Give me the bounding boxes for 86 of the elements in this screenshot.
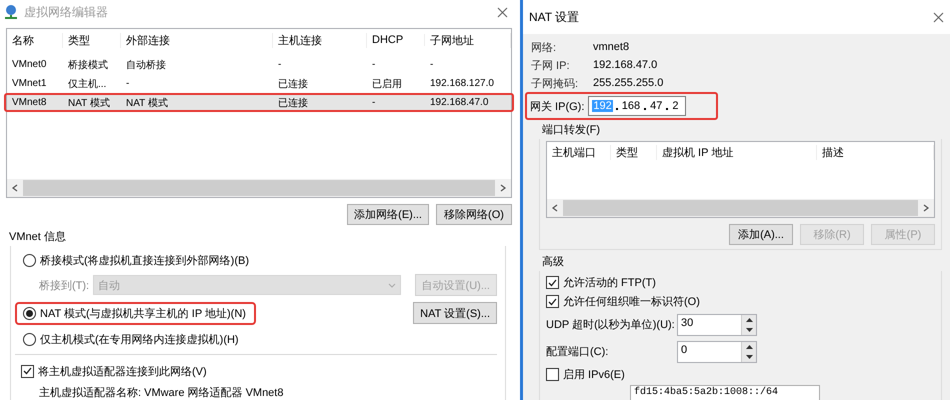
checkbox-label: 允许活动的 FTP(T)	[563, 276, 656, 290]
column-header[interactable]: 类型	[63, 32, 121, 48]
ip-address-field[interactable]: 192 168 47 2	[588, 96, 686, 116]
table-cell-text: 192.168.127.0	[429, 78, 495, 89]
info-value: 192.168.47.0	[593, 59, 658, 71]
field-label: UDP 超时(以秒为单位)(U):	[546, 318, 673, 332]
radio-label: 桥接模式(将虚拟机直接连接到外部网络)(B)	[40, 254, 249, 268]
column-header[interactable]: 主机端口	[547, 144, 611, 160]
table-cell-text: -	[371, 97, 376, 108]
table-cell-text: 已连接	[277, 78, 309, 90]
checkmark-icon	[23, 367, 32, 375]
table-row[interactable]: VMnet0 桥接模式 自动桥接 - - -	[7, 57, 511, 72]
checkbox-label: 允许任何组织唯一标识符(O)	[563, 295, 700, 309]
table-cell-text: NAT 模式	[67, 96, 111, 110]
field-label: 配置端口(C):	[546, 345, 610, 359]
dialog-button[interactable]: 添加(A)...	[729, 224, 793, 245]
group-title: 高级	[541, 254, 565, 270]
number-spinner[interactable]: 0	[677, 340, 757, 362]
scroll-left-icon[interactable]	[12, 184, 18, 192]
checkbox-label: 将主机虚拟适配器连接到此网络(V)	[38, 364, 207, 378]
close-icon[interactable]	[497, 6, 508, 18]
info-value: 255.255.255.0	[593, 77, 664, 89]
table-cell-text: 仅主机...	[67, 78, 108, 90]
checkbox[interactable]	[546, 276, 559, 289]
info-label: 网络:	[531, 40, 558, 54]
up-arrow-icon[interactable]	[746, 344, 752, 348]
table-cell-text: 192.168.47.0	[429, 97, 490, 108]
table-cell-text: 已启用	[371, 78, 403, 90]
column-header[interactable]: 描述	[817, 144, 934, 160]
table-cell-text: VMnet1	[11, 78, 48, 89]
window-title: 虚拟网络编辑器	[24, 4, 109, 20]
table-cell-text: 自动桥接	[125, 58, 167, 72]
radio-label: NAT 模式(与虚拟机共享主机的 IP 地址)(N)	[40, 306, 246, 320]
network-globe-icon	[4, 4, 18, 20]
column-header[interactable]: 类型	[611, 144, 657, 160]
column-header[interactable]: 外部连接	[121, 32, 273, 48]
info-label: 子网掩码:	[531, 76, 580, 90]
column-header[interactable]: 名称	[7, 32, 63, 48]
table-row[interactable]: VMnet8 NAT 模式 NAT 模式 已连接 - 192.168.47.0	[7, 95, 511, 110]
field-label: 网关 IP(G):	[530, 100, 584, 114]
group-title: VMnet 信息	[8, 230, 67, 245]
column-header[interactable]: 主机连接	[273, 32, 367, 48]
table-cell-text: NAT 模式	[125, 96, 169, 110]
up-arrow-icon[interactable]	[746, 318, 752, 322]
column-header[interactable]: 子网地址	[425, 32, 511, 48]
chevron-down-icon	[388, 282, 396, 288]
table-cell-text: 桥接模式	[67, 58, 109, 72]
checkbox-label: 启用 IPv6(E)	[563, 368, 625, 382]
horizontal-scrollbar[interactable]	[547, 199, 934, 217]
scroll-right-icon[interactable]	[923, 204, 929, 212]
checkbox[interactable]	[546, 295, 559, 308]
checkmark-icon	[548, 298, 557, 306]
adapter-name: 主机虚拟适配器名称: VMware 网络适配器 VMnet8	[39, 386, 284, 400]
radio-button[interactable]	[23, 306, 36, 320]
radio-button[interactable]	[23, 332, 36, 346]
table-cell-text: -	[125, 78, 130, 89]
checkbox[interactable]	[546, 368, 559, 381]
table-row[interactable]: VMnet1 仅主机... - 已连接 已启用 192.168.127.0	[7, 76, 511, 91]
table-cell-text: 已连接	[277, 96, 309, 110]
table-cell-text: -	[277, 59, 282, 70]
down-arrow-icon[interactable]	[746, 328, 752, 332]
window-title: NAT 设置	[529, 8, 580, 26]
column-header[interactable]: 虚拟机 IP 地址	[657, 144, 817, 160]
table-cell-text: VMnet0	[11, 59, 48, 70]
number-spinner[interactable]: 30	[677, 314, 757, 336]
table-cell-text: VMnet8	[11, 97, 48, 108]
group-title: 端口转发(F)	[541, 123, 602, 138]
table-cell-text: -	[429, 59, 434, 70]
close-icon[interactable]	[933, 12, 944, 22]
down-arrow-icon[interactable]	[746, 354, 752, 358]
scroll-right-icon[interactable]	[500, 184, 506, 192]
info-label: 子网 IP:	[531, 58, 571, 72]
checkmark-icon	[548, 278, 557, 286]
info-value: vmnet8	[593, 41, 630, 53]
dialog-button[interactable]: 添加网络(E)...	[347, 204, 429, 225]
field-label: 桥接到(T):	[39, 278, 90, 292]
checkbox[interactable]	[21, 364, 34, 378]
column-header[interactable]: DHCP	[367, 34, 425, 46]
horizontal-scrollbar[interactable]	[7, 179, 511, 197]
scroll-left-icon[interactable]	[552, 204, 558, 212]
table-cell-text: -	[371, 59, 376, 70]
input-field[interactable]: fd15:4ba5:5a2b:1008::/64	[630, 384, 820, 400]
dialog-button[interactable]: 移除网络(O)	[436, 204, 512, 225]
dialog-button[interactable]: NAT 设置(S)...	[413, 302, 497, 324]
radio-button[interactable]	[23, 254, 36, 266]
radio-label: 仅主机模式(在专用网络内连接虚拟机)(H)	[40, 332, 239, 346]
